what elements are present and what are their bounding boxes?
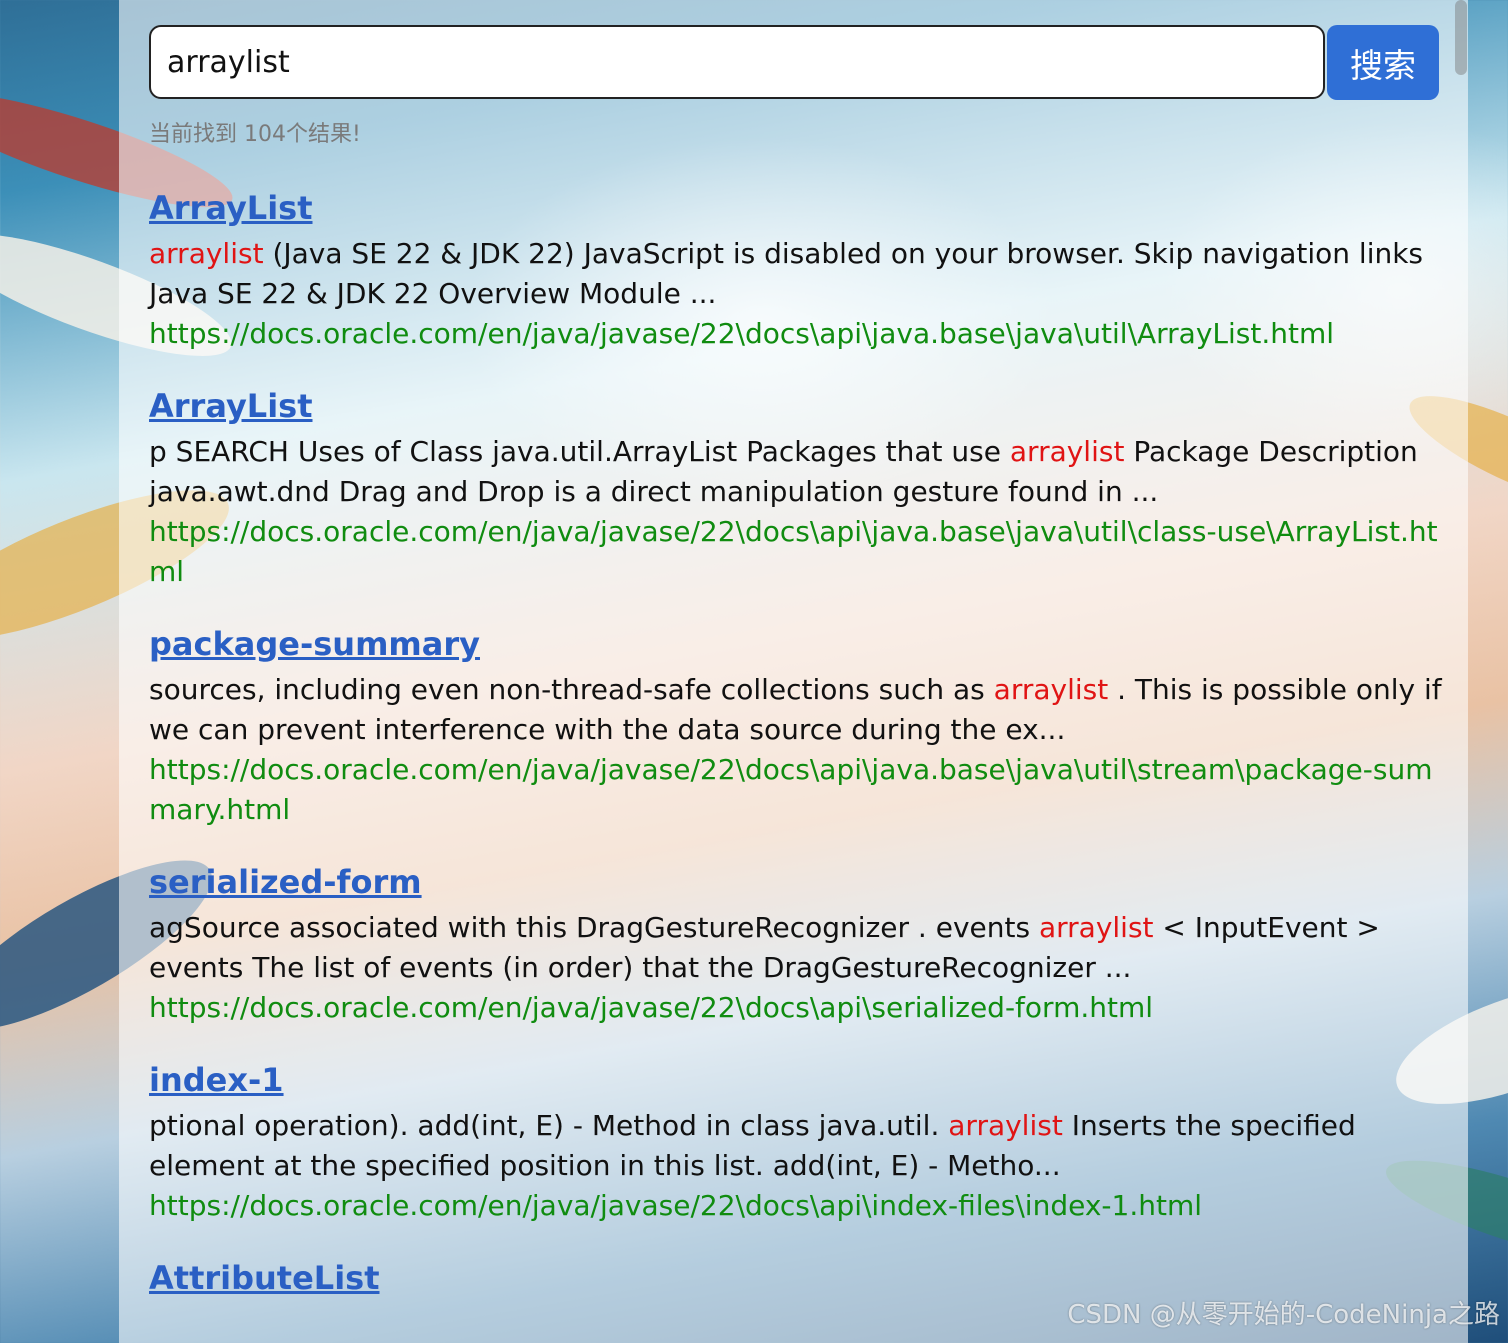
- result-keyword-highlight: arraylist: [1009, 435, 1125, 468]
- results-list: ArrayList arraylist (Java SE 22 & JDK 22…: [149, 186, 1449, 1330]
- result-title-link[interactable]: serialized-form: [149, 860, 1449, 904]
- result-keyword-highlight: arraylist: [149, 237, 264, 270]
- result-title-link[interactable]: package-summary: [149, 622, 1449, 666]
- result-count: 当前找到 104个结果!: [149, 122, 361, 147]
- result-url: https://docs.oracle.com/en/java/javase/2…: [149, 317, 1335, 350]
- result-item: serialized-form agSource associated with…: [149, 860, 1449, 1028]
- result-item: package-summary sources, including even …: [149, 622, 1449, 830]
- result-url: https://docs.oracle.com/en/java/javase/2…: [149, 753, 1433, 826]
- result-item: ArrayList arraylist (Java SE 22 & JDK 22…: [149, 186, 1449, 354]
- result-title-link[interactable]: ArrayList: [149, 384, 1449, 428]
- result-description: ptional operation). add(int, E) - Method…: [149, 1106, 1449, 1186]
- result-url: https://docs.oracle.com/en/java/javase/2…: [149, 991, 1154, 1024]
- result-description: agSource associated with this DragGestur…: [149, 908, 1449, 988]
- result-description: arraylist (Java SE 22 & JDK 22) JavaScri…: [149, 234, 1449, 314]
- scrollbar-thumb[interactable]: [1455, 0, 1467, 75]
- search-bar: 搜索: [149, 25, 1439, 100]
- result-desc-before: sources, including even non-thread-safe …: [149, 673, 994, 706]
- result-keyword-highlight: arraylist: [993, 673, 1109, 706]
- result-title-link[interactable]: index-1: [149, 1058, 1449, 1102]
- result-desc-before: agSource associated with this DragGestur…: [149, 911, 1039, 944]
- result-keyword-highlight: arraylist: [1038, 911, 1154, 944]
- result-title-link[interactable]: ArrayList: [149, 186, 1449, 230]
- result-url: https://docs.oracle.com/en/java/javase/2…: [149, 1189, 1203, 1222]
- search-button[interactable]: 搜索: [1327, 25, 1439, 100]
- result-item: index-1 ptional operation). add(int, E) …: [149, 1058, 1449, 1226]
- result-desc-before: p SEARCH Uses of Class java.util.ArrayLi…: [149, 435, 1010, 468]
- result-item: ArrayList p SEARCH Uses of Class java.ut…: [149, 384, 1449, 592]
- result-desc-before: ptional operation). add(int, E) - Method…: [149, 1109, 949, 1142]
- result-description: sources, including even non-thread-safe …: [149, 670, 1449, 750]
- result-desc-after: (Java SE 22 & JDK 22) JavaScript is disa…: [149, 237, 1424, 310]
- result-description: p SEARCH Uses of Class java.util.ArrayLi…: [149, 432, 1449, 512]
- result-keyword-highlight: arraylist: [948, 1109, 1063, 1142]
- watermark: CSDN @从零开始的-CodeNinja之路: [1067, 1300, 1500, 1330]
- search-input[interactable]: [149, 25, 1325, 99]
- search-results-panel: 搜索 当前找到 104个结果! ArrayList arraylist (Jav…: [119, 0, 1468, 1343]
- result-url: https://docs.oracle.com/en/java/javase/2…: [149, 515, 1438, 588]
